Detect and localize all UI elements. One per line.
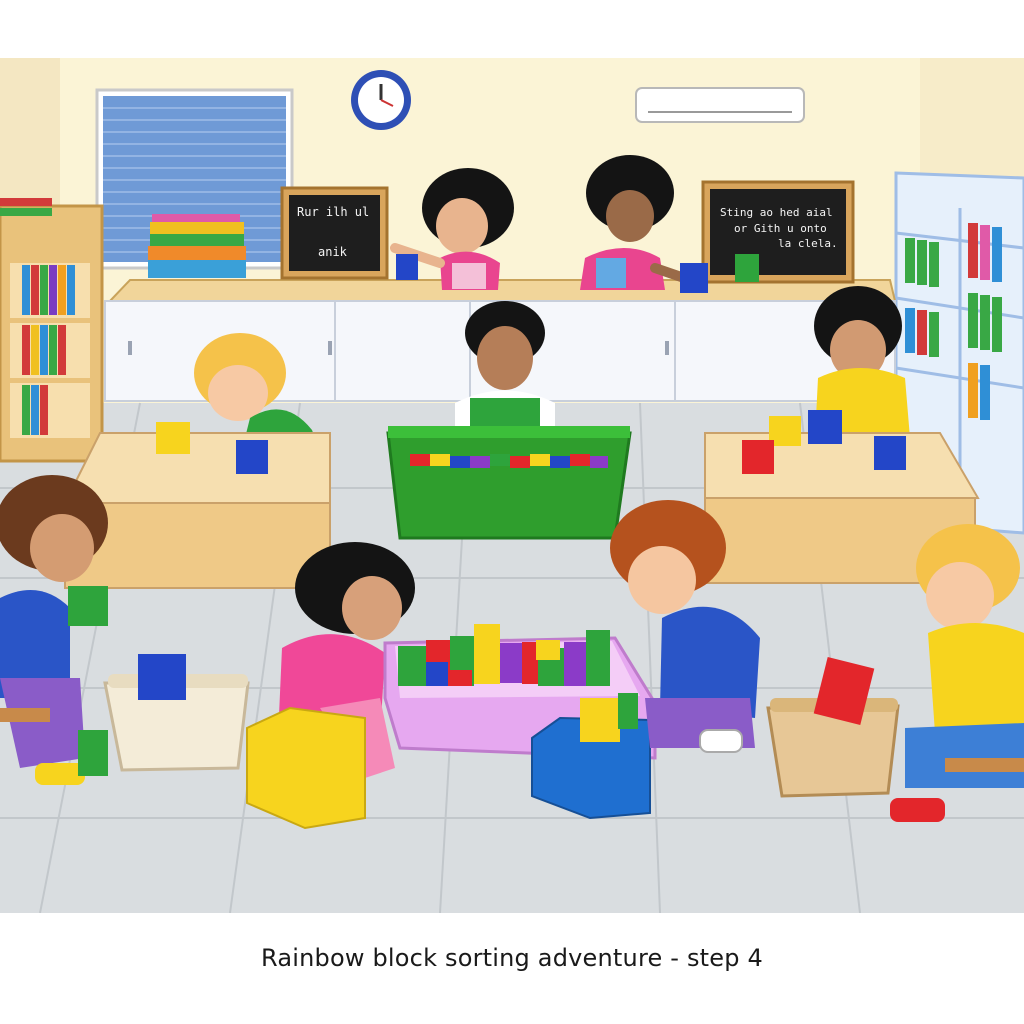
classroom-illustration: Rur ilh ul anik Sting ao hed aial or Git…	[0, 58, 1024, 913]
chalkboard-right: Sting ao hed aial or Gith u onto la clel…	[701, 180, 855, 284]
block-blue	[396, 254, 418, 280]
air-conditioner	[635, 87, 805, 123]
cube-seat-yellow	[246, 706, 366, 830]
board-right-line-1: Sting ao hed aial	[720, 206, 833, 219]
illustration-frame: Rur ilh ul anik Sting ao hed aial or Git…	[0, 0, 1024, 1024]
block-yellow	[156, 422, 190, 454]
left-bookshelf	[0, 198, 104, 463]
board-right-line-2: or Gith u onto	[734, 222, 827, 235]
block-blue	[680, 263, 708, 293]
book-stack	[148, 214, 246, 278]
classroom-scene: Rur ilh ul anik Sting ao hed aial or Git…	[0, 58, 1024, 913]
block-green	[735, 254, 759, 282]
block-green	[618, 693, 638, 729]
board-left-line-1: Rur ilh ul	[297, 205, 369, 219]
chalkboard-left: Rur ilh ul anik	[280, 186, 389, 280]
block-blue	[138, 654, 186, 700]
block-yellow	[580, 698, 620, 742]
board-left-line-2: anik	[318, 245, 348, 259]
block-green	[78, 730, 108, 776]
green-bin	[386, 426, 632, 540]
block-red	[742, 440, 774, 474]
block-blue	[236, 440, 268, 474]
scene-caption: Rainbow block sorting adventure - step 4	[260, 944, 763, 972]
block-green	[68, 586, 108, 626]
block-blue	[874, 436, 906, 470]
clock-icon	[351, 70, 411, 130]
block-blue	[808, 410, 842, 444]
board-right-line-3: la clela.	[778, 237, 838, 250]
